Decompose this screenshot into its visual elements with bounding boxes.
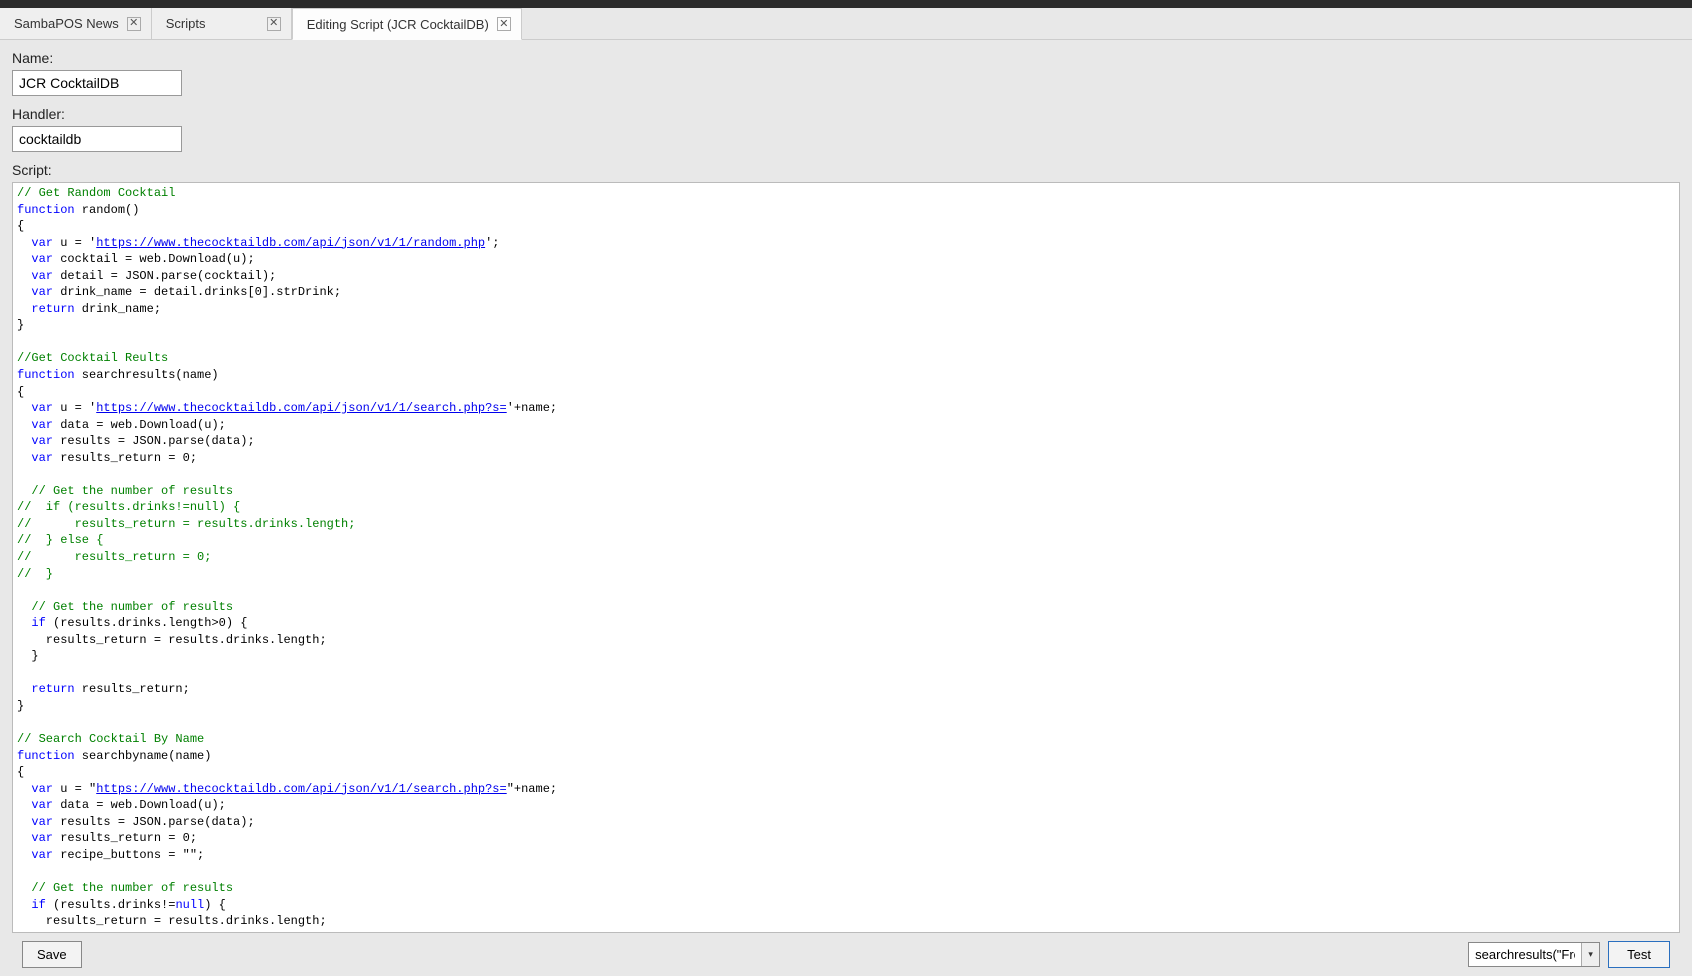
close-icon[interactable]: ✕ <box>497 17 511 31</box>
tab-label: Editing Script (JCR CocktailDB) <box>307 17 489 32</box>
save-button[interactable]: Save <box>22 941 82 968</box>
name-input[interactable] <box>12 70 182 96</box>
tab-label: SambaPOS News <box>14 16 119 31</box>
test-button[interactable]: Test <box>1608 941 1670 968</box>
form-area: Name: Handler: Script: // Get Random Coc… <box>0 40 1692 976</box>
handler-input[interactable] <box>12 126 182 152</box>
close-icon[interactable]: ✕ <box>127 17 141 31</box>
chevron-down-icon[interactable]: ▾ <box>1581 943 1599 966</box>
test-args-input[interactable] <box>1469 943 1581 966</box>
script-label: Script: <box>12 162 1680 178</box>
tab-editing-script[interactable]: Editing Script (JCR CocktailDB) ✕ <box>292 8 522 40</box>
test-args-combo[interactable]: ▾ <box>1468 942 1600 967</box>
script-code[interactable]: // Get Random Cocktail function random()… <box>13 183 1679 933</box>
script-editor[interactable]: // Get Random Cocktail function random()… <box>12 182 1680 933</box>
tab-scripts[interactable]: Scripts ✕ <box>152 8 292 39</box>
close-icon[interactable]: ✕ <box>267 17 281 31</box>
window-topbar <box>0 0 1692 8</box>
name-label: Name: <box>12 50 1680 66</box>
footer: Save ▾ Test <box>12 933 1680 976</box>
tab-label: Scripts <box>166 16 206 31</box>
tabstrip: SambaPOS News ✕ Scripts ✕ Editing Script… <box>0 8 1692 40</box>
tab-sambapos-news[interactable]: SambaPOS News ✕ <box>0 8 152 39</box>
handler-label: Handler: <box>12 106 1680 122</box>
